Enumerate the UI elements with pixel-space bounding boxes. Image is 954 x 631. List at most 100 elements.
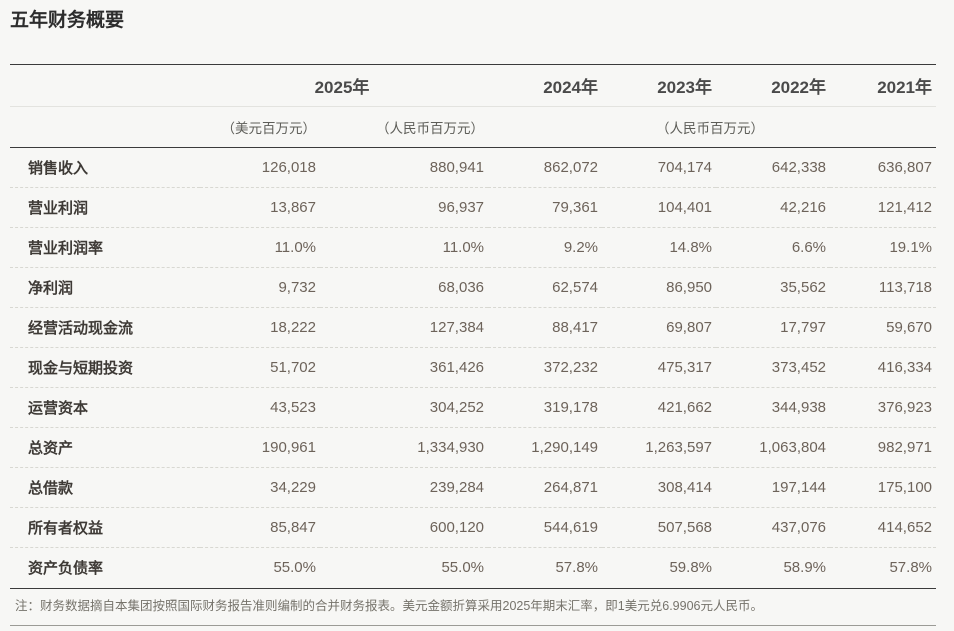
corner-blank-cell bbox=[10, 65, 200, 107]
cell-value: 59,670 bbox=[886, 319, 933, 336]
cell-value: 190,961 bbox=[261, 439, 316, 456]
cell-value: 86,950 bbox=[666, 279, 713, 296]
cell-value: 175,100 bbox=[877, 479, 933, 496]
unit-rmb-millions-prior-years: （人民币百万元） bbox=[656, 121, 765, 136]
year-header-2022: 2022年 bbox=[771, 78, 827, 97]
cell-value: 11.0% bbox=[442, 239, 485, 256]
cell-value: 304,252 bbox=[429, 399, 485, 416]
cell-value: 416,334 bbox=[877, 359, 933, 376]
year-header-2025: 2025年 bbox=[314, 78, 370, 97]
table-header: 2025年 2024年 2023年 2022年 2021年 （美元百万元） （人… bbox=[10, 65, 937, 148]
cell-value: 11.0% bbox=[274, 239, 316, 256]
cell-value: 121,412 bbox=[877, 199, 933, 216]
row-label: 总借款 bbox=[28, 480, 74, 497]
cell-value: 113,718 bbox=[878, 279, 933, 296]
table-row: 销售收入 126,018 880,941 862,072 704,174 642,338 6… bbox=[10, 148, 936, 188]
row-label: 净利润 bbox=[28, 280, 74, 297]
cell-value: 197,144 bbox=[771, 479, 827, 496]
cell-value: 414,652 bbox=[877, 519, 933, 536]
cell-value: 96,937 bbox=[438, 199, 485, 216]
cell-value: 43,523 bbox=[270, 399, 316, 416]
cell-value: 642,338 bbox=[771, 159, 827, 176]
cell-value: 127,384 bbox=[429, 319, 485, 336]
cell-value: 880,941 bbox=[429, 159, 485, 176]
cell-value: 55.0% bbox=[441, 559, 485, 577]
cell-value: 264,871 bbox=[543, 479, 599, 496]
cell-value: 59.8% bbox=[669, 559, 713, 577]
cell-value: 239,284 bbox=[429, 479, 485, 496]
row-label: 所有者权益 bbox=[28, 520, 104, 537]
cell-value: 19.1% bbox=[889, 239, 933, 256]
cell-value: 1,290,149 bbox=[531, 439, 599, 456]
cell-value: 68,036 bbox=[438, 279, 485, 296]
cell-value: 344,938 bbox=[771, 399, 827, 416]
year-header-row: 2025年 2024年 2023年 2022年 2021年 bbox=[10, 65, 937, 107]
unit-blank-cell bbox=[10, 107, 200, 148]
cell-value: 57.8% bbox=[889, 559, 933, 577]
table-row: 所有者权益 85,847 600,120 544,619 507,568 437,076 4… bbox=[10, 507, 937, 548]
cell-value: 79,361 bbox=[552, 199, 599, 216]
cell-value: 57.8% bbox=[555, 559, 599, 577]
cell-value: 55.0% bbox=[273, 559, 316, 577]
cell-value: 6.6% bbox=[791, 239, 827, 256]
cell-value: 1,263,597 bbox=[645, 439, 713, 456]
row-label: 总资产 bbox=[28, 440, 74, 457]
cell-value: 376,923 bbox=[877, 399, 933, 416]
five-year-financial-table: 2025年 2024年 2023年 2022年 2021年 （美元百万元） （人… bbox=[10, 64, 937, 588]
cell-value: 13,867 bbox=[270, 199, 316, 216]
cell-value: 85,847 bbox=[270, 519, 316, 536]
row-label: 销售收入 bbox=[28, 160, 89, 177]
cell-value: 51,702 bbox=[270, 359, 316, 376]
cell-value: 35,562 bbox=[780, 279, 827, 296]
year-header-2024: 2024年 bbox=[543, 78, 599, 97]
cell-value: 982,971 bbox=[877, 439, 933, 456]
cell-value: 373,452 bbox=[771, 359, 827, 376]
cell-value: 14.8% bbox=[669, 239, 713, 256]
cell-value: 69,807 bbox=[666, 319, 713, 336]
unit-header-row: （美元百万元） （人民币百万元） （人民币百万元） bbox=[10, 107, 937, 148]
cell-value: 636,807 bbox=[877, 159, 933, 176]
table-row: 总资产 190,961 1,334,930 1,290,149 1,263,597 1,0… bbox=[10, 427, 937, 468]
table-row: 现金与短期投资 51,702 361,426 372,232 475,317 373,45… bbox=[10, 347, 937, 388]
cell-value: 104,401 bbox=[657, 199, 713, 216]
cell-value: 1,063,804 bbox=[759, 439, 827, 456]
table-row: 资产负债率 55.0% 55.0% 57.8% 59.8% 58.9% 57.8% bbox=[10, 547, 937, 588]
cell-value: 862,072 bbox=[543, 159, 599, 176]
year-header-2021: 2021年 bbox=[877, 78, 933, 97]
cell-value: 34,229 bbox=[270, 479, 316, 496]
cell-value: 372,232 bbox=[543, 359, 599, 376]
cell-value: 507,568 bbox=[657, 519, 713, 536]
cell-value: 18,222 bbox=[270, 319, 316, 336]
cell-value: 361,426 bbox=[429, 359, 485, 376]
unit-rmb-millions-2025: （人民币百万元） bbox=[376, 121, 485, 136]
cell-value: 319,178 bbox=[543, 399, 599, 416]
year-header-2023: 2023年 bbox=[657, 78, 713, 97]
row-label: 资产负债率 bbox=[28, 560, 104, 578]
row-label: 营业利润 bbox=[28, 200, 89, 217]
table-row: 总借款 34,229 239,284 264,871 308,414 197,144 175… bbox=[10, 467, 937, 508]
cell-value: 475,317 bbox=[657, 359, 713, 376]
cell-value: 42,216 bbox=[780, 199, 827, 216]
cell-value: 421,662 bbox=[657, 399, 713, 416]
financial-table-body: 销售收入 126,018 880,941 862,072 704,174 642,338 6… bbox=[10, 148, 937, 588]
table-row: 净利润 9,732 68,036 62,574 86,950 35,562 113,718 bbox=[10, 267, 937, 308]
table-row: 营业利润 13,867 96,937 79,361 104,401 42,216 121,4… bbox=[10, 187, 937, 228]
cell-value: 88,417 bbox=[552, 319, 599, 336]
cell-value: 704,174 bbox=[657, 159, 713, 176]
cell-value: 1,334,930 bbox=[417, 439, 485, 456]
unit-usd-millions: （美元百万元） bbox=[221, 121, 317, 136]
cell-value: 17,797 bbox=[780, 319, 827, 336]
row-label: 营业利润率 bbox=[28, 240, 104, 257]
page: 五年财务概要 2025年 2024年 2023年 2022年 2021年 （美元… bbox=[0, 0, 954, 626]
cell-value: 58.9% bbox=[783, 559, 827, 577]
cell-value: 308,414 bbox=[657, 479, 713, 496]
cell-value: 126,018 bbox=[261, 159, 316, 176]
cell-value: 437,076 bbox=[771, 519, 827, 536]
row-label: 运营资本 bbox=[28, 400, 89, 417]
cell-value: 9.2% bbox=[563, 239, 599, 256]
footnote: 注：财务数据摘自本集团按照国际财务报告准则编制的合并财务报表。美元金额折算采用2… bbox=[10, 587, 936, 626]
cell-value: 600,120 bbox=[429, 519, 485, 536]
cell-value: 62,574 bbox=[552, 279, 599, 296]
row-label: 现金与短期投资 bbox=[28, 360, 134, 377]
table-row: 运营资本 43,523 304,252 319,178 421,662 344,938 37… bbox=[10, 387, 937, 428]
